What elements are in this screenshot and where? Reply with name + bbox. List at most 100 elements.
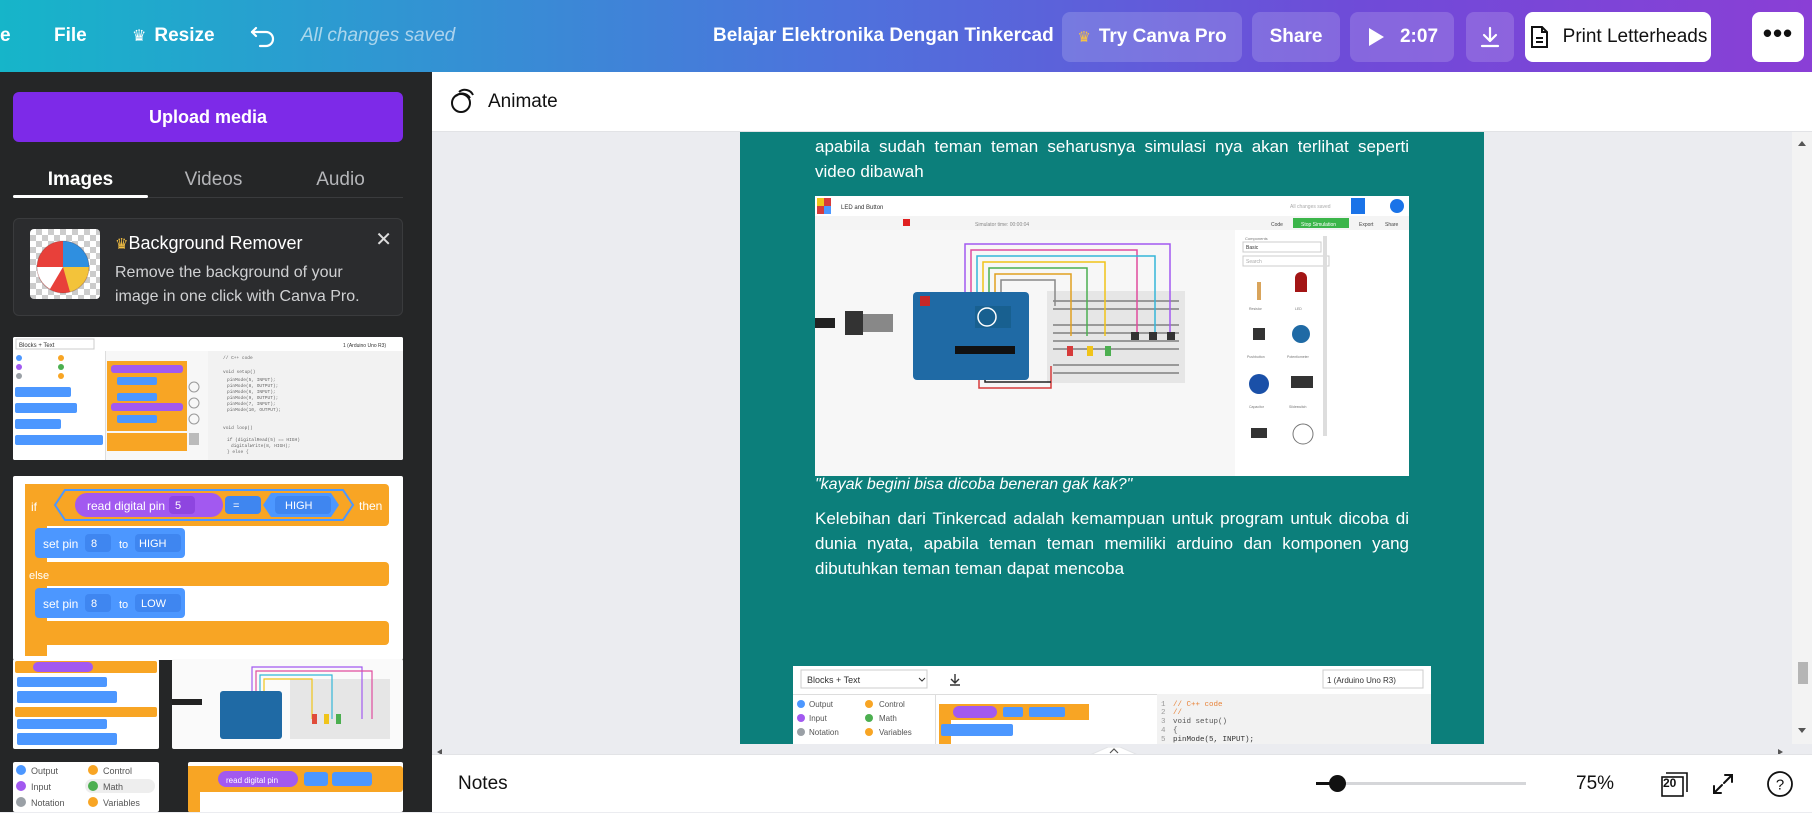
then-label: then bbox=[359, 499, 382, 513]
svg-text:void loop(): void loop() bbox=[223, 425, 253, 431]
image-thumbnail[interactable] bbox=[172, 659, 403, 749]
close-icon[interactable]: ✕ bbox=[375, 227, 392, 252]
download-icon bbox=[1480, 26, 1500, 48]
thumb-read-digital-pin: read digital pin bbox=[226, 776, 278, 785]
code-line-1: // C++ code bbox=[1173, 701, 1223, 709]
page-count-button[interactable]: 20 bbox=[1656, 755, 1694, 813]
file-menu-button[interactable]: File bbox=[54, 0, 87, 72]
low-label: LOW bbox=[141, 598, 167, 610]
cat-math: Math bbox=[103, 782, 123, 792]
share-label: Share bbox=[1269, 26, 1323, 47]
svg-text:// C++ code: // C++ code bbox=[223, 355, 253, 361]
quote-text[interactable]: "kayak begini bisa dicoba beneran gak ka… bbox=[815, 472, 1409, 497]
part-pushbutton: Pushbutton bbox=[1247, 355, 1265, 359]
save-status: All changes saved bbox=[301, 25, 456, 46]
image-thumbnail[interactable]: Blocks + Text 1 (Arduino Uno R3) // C++ bbox=[13, 337, 403, 460]
code-cat-math: Math bbox=[879, 714, 897, 723]
pin8-label: 8 bbox=[91, 538, 97, 550]
help-label: ? bbox=[1776, 777, 1784, 794]
home-button[interactable]: e bbox=[0, 0, 11, 72]
resize-button[interactable]: ♛ Resize bbox=[132, 0, 215, 72]
undo-button[interactable] bbox=[250, 0, 276, 72]
body-text-1[interactable]: apabila sudah teman teman seharusnya sim… bbox=[815, 134, 1409, 184]
sim-search: Search bbox=[1246, 259, 1262, 265]
image-thumbnail[interactable] bbox=[13, 659, 159, 749]
sim-share: Share bbox=[1385, 222, 1399, 228]
canvas-area: apabila sudah teman teman seharusnya sim… bbox=[432, 132, 1792, 744]
blocks-text-label: Blocks + Text bbox=[19, 343, 55, 349]
print-letterheads-button[interactable]: Print Letterheads bbox=[1525, 12, 1711, 62]
bottom-bar: Notes 75% 20 ? bbox=[432, 754, 1812, 812]
svg-text:4: 4 bbox=[1161, 727, 1166, 735]
top-bar: e File ♛ Resize All changes saved Belaja… bbox=[0, 0, 1812, 72]
beach-ball-image bbox=[30, 229, 100, 299]
cat-control: Control bbox=[103, 766, 132, 776]
page-count: 20 bbox=[1663, 776, 1677, 790]
svg-text:5: 5 bbox=[1161, 736, 1166, 744]
tab-images[interactable]: Images bbox=[13, 160, 148, 200]
notes-button[interactable]: Notes bbox=[458, 755, 508, 813]
download-button[interactable] bbox=[1466, 12, 1514, 62]
scroll-up-icon bbox=[1798, 141, 1806, 146]
sim-export: Export bbox=[1359, 222, 1374, 228]
body-text-2[interactable]: Kelebihan dari Tinkercad adalah kemampua… bbox=[815, 506, 1409, 581]
code-cat-variables: Variables bbox=[879, 728, 912, 737]
fullscreen-button[interactable] bbox=[1704, 755, 1742, 813]
read-digital-pin-label: read digital pin bbox=[87, 499, 165, 513]
play-icon bbox=[1368, 28, 1384, 46]
svg-text:pinMode(7, INPUT);: pinMode(7, INPUT); bbox=[227, 401, 276, 407]
code-line-3: void setup() bbox=[1173, 718, 1227, 726]
code-cat-control: Control bbox=[879, 700, 905, 709]
expand-icon bbox=[1713, 774, 1733, 794]
code-line-4: { bbox=[1173, 727, 1178, 735]
part-potentiometer: Potentiometer bbox=[1287, 355, 1310, 359]
svg-text:1: 1 bbox=[1161, 701, 1166, 709]
bg-remover-description: Remove the background of your image in o… bbox=[115, 264, 360, 305]
code-cat-output: Output bbox=[809, 700, 834, 709]
pin8-label-2: 8 bbox=[91, 598, 97, 610]
tab-audio[interactable]: Audio bbox=[273, 160, 408, 200]
arduino-label: 1 (Arduino Uno R3) bbox=[343, 343, 386, 349]
present-button[interactable]: 2:07 bbox=[1350, 12, 1454, 62]
svg-text:if (digitalRead(5) == HIGH): if (digitalRead(5) == HIGH) bbox=[227, 437, 300, 443]
sim-stop: Stop Simulation bbox=[1301, 222, 1336, 228]
cat-output: Output bbox=[31, 766, 59, 776]
image-thumbnail[interactable]: Output Control Input Math Notation Varia… bbox=[13, 762, 159, 812]
background-remover-promo[interactable]: ♛Background Remover Remove the backgroun… bbox=[13, 218, 403, 316]
code-editor-screenshot[interactable]: Blocks + Text 1 (Arduino Uno R3) Output … bbox=[793, 666, 1431, 744]
if-label: if bbox=[31, 500, 38, 514]
simulation-screenshot[interactable]: LED and Button All changes saved Simulat… bbox=[815, 196, 1409, 476]
svg-text:pinMode(5, INPUT);: pinMode(5, INPUT); bbox=[227, 377, 276, 383]
sim-title: LED and Button bbox=[841, 205, 883, 211]
share-button[interactable]: Share bbox=[1252, 12, 1340, 62]
help-button[interactable]: ? bbox=[1762, 755, 1798, 813]
try-pro-label: Try Canva Pro bbox=[1098, 26, 1227, 47]
upload-media-button[interactable]: Upload media bbox=[13, 92, 403, 142]
active-tab-indicator bbox=[13, 195, 148, 198]
sim-timer: Simulator time: 00:00:04 bbox=[975, 222, 1029, 228]
side-panel: Upload media Images Videos Audio ♛Backgr… bbox=[0, 72, 432, 812]
to-label-2: to bbox=[119, 599, 128, 611]
zoom-slider[interactable] bbox=[1316, 782, 1526, 785]
animate-button[interactable]: Animate bbox=[488, 72, 558, 132]
part-capacitor: Capacitor bbox=[1249, 405, 1265, 409]
pin5-label: 5 bbox=[175, 500, 181, 512]
image-thumbnail[interactable]: if read digital pin 5 = HIGH then set pi… bbox=[13, 476, 403, 660]
design-page[interactable]: apabila sudah teman teman seharusnya sim… bbox=[740, 132, 1484, 744]
home-label: e bbox=[0, 25, 11, 46]
try-canva-pro-button[interactable]: ♛ Try Canva Pro bbox=[1062, 12, 1242, 62]
tab-videos[interactable]: Videos bbox=[146, 160, 281, 200]
zoom-slider-handle[interactable] bbox=[1329, 775, 1346, 792]
image-thumbnail[interactable]: read digital pin bbox=[188, 762, 403, 812]
more-options-button[interactable]: ••• bbox=[1752, 12, 1804, 62]
zoom-level[interactable]: 75% bbox=[1576, 755, 1614, 813]
vertical-scrollbar[interactable] bbox=[1792, 132, 1812, 744]
crown-icon: ♛ bbox=[132, 28, 147, 45]
svg-text:pinMode(8, OUTPUT);: pinMode(8, OUTPUT); bbox=[227, 383, 278, 389]
animate-icon bbox=[451, 88, 474, 113]
horizontal-scrollbar[interactable] bbox=[432, 744, 1792, 756]
document-title[interactable]: Belajar Elektronika Dengan Tinkercad bbox=[713, 0, 1054, 72]
high-label-2: HIGH bbox=[139, 538, 167, 550]
cat-notation: Notation bbox=[31, 798, 65, 808]
part-resistor: Resistor bbox=[1249, 307, 1263, 311]
